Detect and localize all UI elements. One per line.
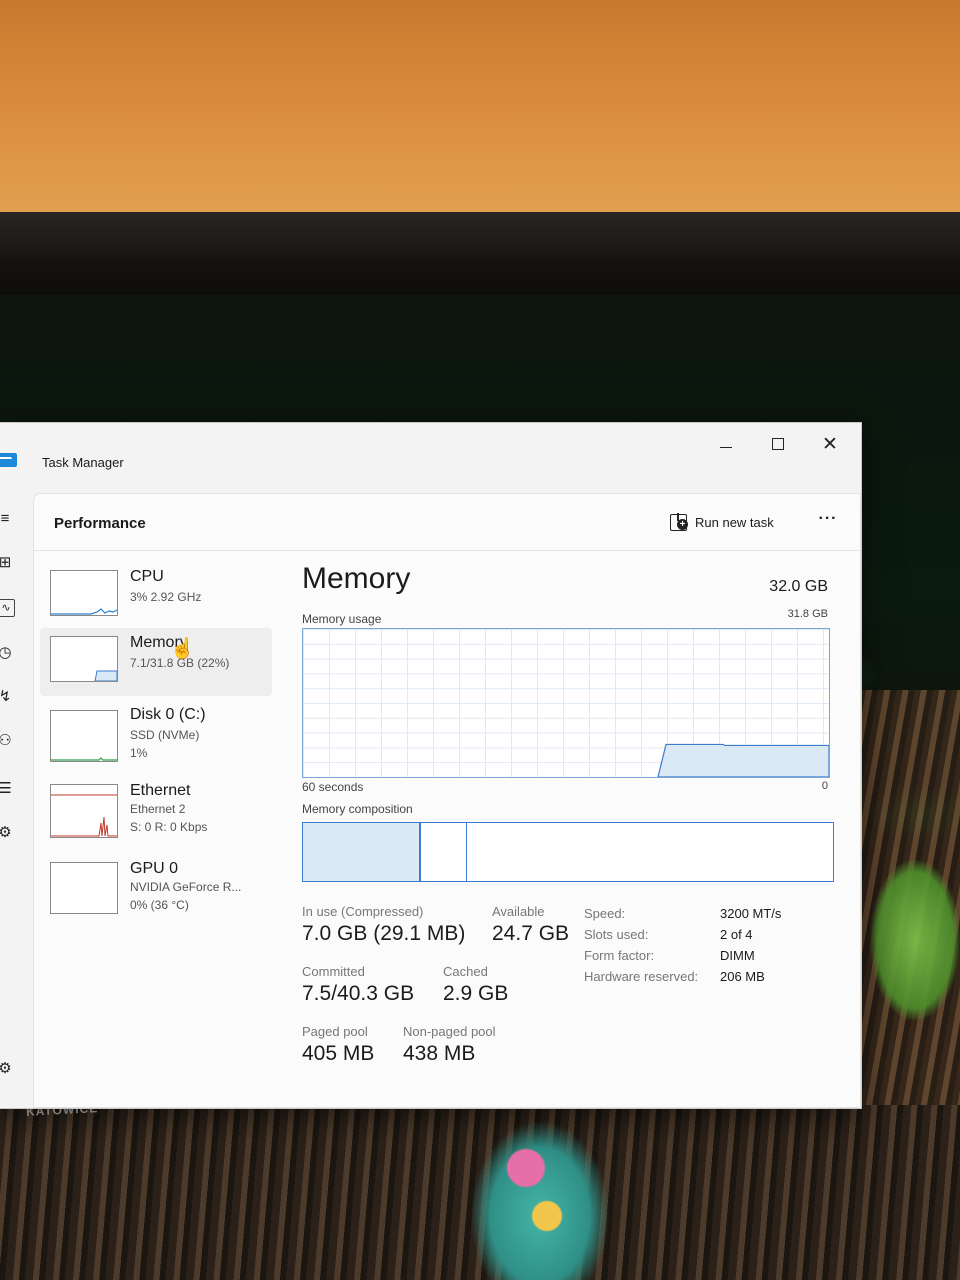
hamburger-menu-icon[interactable]: ≡ bbox=[0, 511, 13, 527]
available-value: 24.7 GB bbox=[492, 922, 570, 945]
run-new-task-button[interactable]: Run new task bbox=[664, 506, 780, 538]
title-bar[interactable]: Task Manager ✕ bbox=[0, 423, 861, 483]
disk-thumbnail-graph bbox=[50, 710, 118, 762]
device-name: GPU 0 bbox=[130, 860, 179, 877]
device-detail-secondary: 1% bbox=[130, 746, 148, 760]
window-title: Task Manager bbox=[42, 455, 124, 470]
device-item-gpu[interactable]: GPU 0 NVIDIA GeForce R... 0% (36 °C) bbox=[40, 858, 272, 928]
wallpaper-flower bbox=[470, 1120, 610, 1280]
memory-composition-bar bbox=[302, 822, 834, 882]
device-item-cpu[interactable]: CPU 3% 2.92 GHz bbox=[40, 566, 272, 628]
memory-composition-label: Memory composition bbox=[302, 802, 413, 816]
startup-apps-icon[interactable]: ↯ bbox=[0, 689, 13, 705]
in-use-value: 7.0 GB (29.1 MB) bbox=[302, 922, 466, 945]
ethernet-thumbnail-graph bbox=[50, 784, 118, 838]
device-detail-secondary: 0% (36 °C) bbox=[130, 898, 189, 912]
close-icon: ✕ bbox=[822, 433, 838, 455]
wall-background bbox=[0, 0, 960, 215]
memory-thumbnail-fill bbox=[94, 670, 117, 681]
speed-value: 3200 MT/s bbox=[720, 906, 782, 921]
device-name: Disk 0 (C:) bbox=[130, 706, 206, 723]
composition-standby[interactable] bbox=[420, 823, 467, 881]
device-name: CPU bbox=[130, 568, 164, 585]
navigation-rail: ≡ ⊞ ∿ ◷ ↯ ⚇ ☰ ⚙ ⚙ bbox=[0, 503, 33, 1093]
memory-title: Memory bbox=[302, 562, 411, 595]
cpu-thumbnail-line bbox=[51, 608, 117, 615]
run-new-task-label: Run new task bbox=[695, 514, 774, 530]
minimize-button[interactable] bbox=[703, 427, 749, 461]
performance-page: Performance Run new task ··· CPU 3% 2.92… bbox=[33, 493, 861, 1108]
memory-total: 32.0 GB bbox=[769, 578, 828, 595]
non-paged-pool-label: Non-paged pool bbox=[403, 1024, 496, 1039]
close-button[interactable]: ✕ bbox=[807, 427, 853, 461]
committed-value: 7.5/40.3 GB bbox=[302, 982, 415, 1005]
monitor-bezel bbox=[0, 212, 960, 300]
task-manager-window: Task Manager ✕ ≡ ⊞ ∿ ◷ ↯ ⚇ ☰ ⚙ ⚙ Perform… bbox=[0, 422, 862, 1109]
device-detail: 3% 2.92 GHz bbox=[130, 590, 202, 604]
run-task-icon bbox=[670, 512, 688, 531]
page-title: Performance bbox=[54, 515, 146, 532]
performance-icon[interactable]: ∿ bbox=[0, 599, 15, 617]
available-label: Available bbox=[492, 904, 545, 919]
users-icon[interactable]: ⚇ bbox=[0, 733, 13, 749]
more-options-button[interactable]: ··· bbox=[814, 506, 842, 534]
settings-icon[interactable]: ⚙ bbox=[0, 1061, 13, 1077]
slots-used-value: 2 of 4 bbox=[720, 927, 753, 942]
ethernet-thumbnail-line bbox=[51, 794, 117, 837]
graph-zero-label: 0 bbox=[821, 780, 828, 792]
cached-value: 2.9 GB bbox=[443, 982, 509, 1005]
maximize-icon bbox=[772, 438, 784, 450]
gpu-thumbnail-graph bbox=[50, 862, 118, 914]
services-icon[interactable]: ⚙ bbox=[0, 825, 13, 841]
memory-usage-graph bbox=[302, 628, 830, 778]
device-item-memory[interactable]: Memory 7.1/31.8 GB (22%) bbox=[40, 628, 272, 696]
composition-in-use[interactable] bbox=[303, 823, 420, 881]
wallpaper-leaf bbox=[870, 860, 960, 1020]
page-header: Performance Run new task ··· bbox=[34, 494, 860, 551]
memory-thumbnail-graph bbox=[50, 636, 118, 682]
speed-label: Speed: bbox=[584, 906, 626, 921]
device-detail: SSD (NVMe) bbox=[130, 728, 200, 742]
form-factor-label: Form factor: bbox=[584, 948, 655, 963]
memory-usage-area bbox=[657, 743, 830, 778]
form-factor-value: DIMM bbox=[720, 948, 755, 963]
committed-label: Committed bbox=[302, 964, 365, 979]
details-icon[interactable]: ☰ bbox=[0, 781, 13, 797]
hardware-reserved-value: 206 MB bbox=[720, 969, 765, 984]
hand-cursor-icon: ☝ bbox=[170, 638, 195, 660]
cpu-thumbnail-graph bbox=[50, 570, 118, 616]
disk-thumbnail-line bbox=[51, 757, 117, 761]
hardware-reserved-label: Hardware reserved: bbox=[584, 969, 699, 984]
device-detail: Ethernet 2 bbox=[130, 802, 186, 816]
cached-label: Cached bbox=[443, 964, 488, 979]
device-item-disk[interactable]: Disk 0 (C:) SSD (NVMe) 1% bbox=[40, 704, 272, 774]
memory-usage-max: 31.8 GB bbox=[787, 608, 828, 620]
memory-usage-label: Memory usage bbox=[302, 612, 382, 626]
paged-pool-label: Paged pool bbox=[302, 1024, 368, 1039]
maximize-button[interactable] bbox=[755, 427, 801, 461]
non-paged-pool-value: 438 MB bbox=[403, 1042, 476, 1065]
in-use-label: In use (Compressed) bbox=[302, 904, 424, 919]
device-item-ethernet[interactable]: Ethernet Ethernet 2 S: 0 R: 0 Kbps bbox=[40, 780, 272, 850]
minimize-icon bbox=[720, 446, 732, 448]
composition-free[interactable] bbox=[466, 823, 833, 881]
graph-time-axis-label: 60 seconds bbox=[302, 780, 364, 794]
processes-icon[interactable]: ⊞ bbox=[0, 555, 13, 571]
app-history-icon[interactable]: ◷ bbox=[0, 645, 13, 661]
slots-used-label: Slots used: bbox=[584, 927, 649, 942]
device-detail: NVIDIA GeForce R... bbox=[130, 880, 242, 894]
task-manager-app-icon bbox=[0, 453, 17, 467]
device-detail-secondary: S: 0 R: 0 Kbps bbox=[130, 820, 208, 834]
device-name: Ethernet bbox=[130, 782, 191, 799]
paged-pool-value: 405 MB bbox=[302, 1042, 375, 1065]
